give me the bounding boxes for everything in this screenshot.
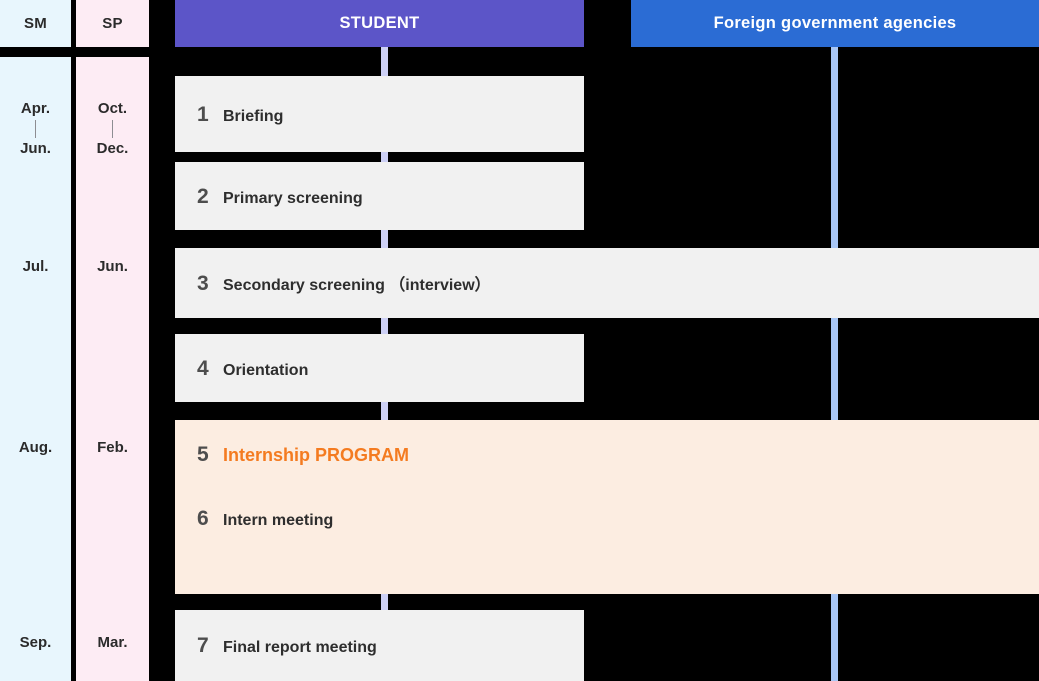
lane-header-student: STUDENT	[175, 0, 584, 47]
step-card-5[interactable]: 5 Internship PROGRAM	[175, 444, 409, 465]
step-label: Secondary screening （interview）	[223, 276, 491, 294]
month-range-dash	[35, 120, 36, 138]
step-number: 2	[197, 184, 209, 208]
month-range-dash	[112, 120, 113, 138]
step-number: 4	[197, 356, 209, 380]
column-sp-body: Oct. Dec. Jun. Feb. Mar.	[76, 57, 149, 681]
step-number: 1	[197, 102, 209, 126]
step-number: 7	[197, 634, 209, 657]
column-sm-body: Apr. Jun. Jul. Aug. Sep.	[0, 57, 71, 681]
step-card-4[interactable]: 4 Orientation	[175, 334, 584, 402]
step-label: Briefing	[223, 107, 284, 125]
step-content: 3 Secondary screening （interview）	[175, 273, 491, 294]
month-cell-sm-0: Apr. Jun.	[0, 99, 71, 159]
month-cell-sp-2: Feb.	[97, 439, 128, 456]
step-card-6[interactable]: 6 Intern meeting	[175, 508, 333, 529]
month-cell-sp-0: Oct. Dec.	[76, 99, 149, 159]
month-cell-sm-3: Sep.	[19, 634, 52, 651]
step-content: 1 Briefing	[175, 104, 283, 125]
month-label-bottom: Jun.	[20, 140, 51, 157]
step-label: Internship PROGRAM	[223, 445, 410, 465]
month-cell-sm-2: Aug.	[18, 439, 53, 456]
step-content: 2 Primary screening	[175, 186, 363, 207]
column-sp: SP Oct. Dec. Jun. Feb. Mar.	[76, 0, 149, 681]
month-label-bottom: Dec.	[96, 140, 129, 157]
month-label-top: Oct.	[97, 100, 128, 117]
step-card-1[interactable]: 1 Briefing	[175, 76, 584, 152]
lane-header-agencies: Foreign government agencies	[631, 0, 1039, 47]
column-sm-header: SM	[0, 0, 71, 47]
column-sp-header: SP	[76, 0, 149, 47]
step-number: 5	[197, 443, 209, 466]
step-label: Final report meeting	[223, 639, 377, 656]
step-card-3[interactable]: 3 Secondary screening （interview）	[175, 248, 1039, 318]
step-label: Intern meeting	[223, 512, 334, 529]
step-number: 3	[197, 271, 209, 295]
step-content: 4 Orientation	[175, 358, 308, 379]
column-sm: SM Apr. Jun. Jul. Aug. Sep.	[0, 0, 71, 681]
month-label-top: Apr.	[20, 100, 51, 117]
timeline-diagram: SM Apr. Jun. Jul. Aug. Sep. SP Oct. Dec.…	[0, 0, 1039, 681]
step-content: 7 Final report meeting	[175, 635, 377, 656]
step-card-2[interactable]: 2 Primary screening	[175, 162, 584, 230]
step-number: 6	[197, 507, 209, 530]
program-highlight-block[interactable]: 5 Internship PROGRAM 6 Intern meeting	[175, 420, 1039, 594]
month-cell-sp-3: Mar.	[97, 634, 128, 651]
step-label: Orientation	[223, 361, 309, 379]
month-cell-sp-1: Jun.	[97, 258, 128, 275]
month-cell-sm-1: Jul.	[22, 258, 49, 275]
step-label: Primary screening	[223, 189, 363, 207]
step-card-7[interactable]: 7 Final report meeting	[175, 610, 584, 681]
